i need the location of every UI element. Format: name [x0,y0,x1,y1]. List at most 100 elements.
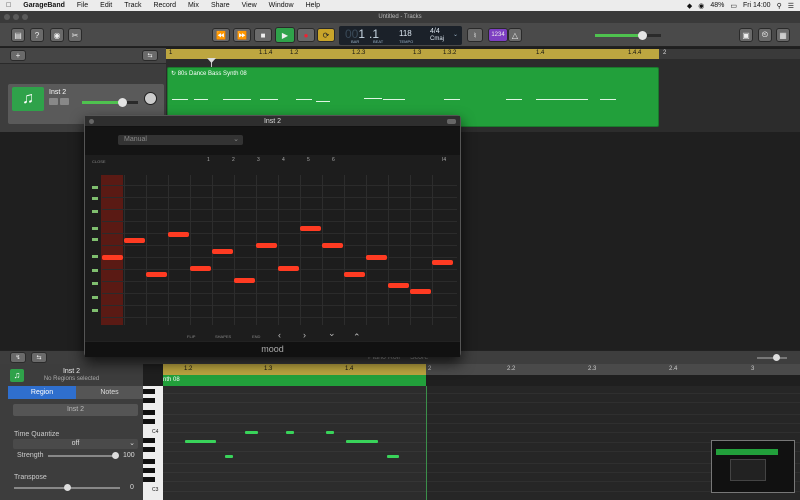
automation-icon[interactable]: ↯ [10,352,26,363]
track-volume-slider[interactable] [82,98,138,107]
fast-forward-button[interactable]: ⏩ [233,28,251,42]
menu-track[interactable]: Track [118,2,147,9]
media-browser-icon[interactable]: ▦ [776,28,790,42]
sequencer-note[interactable] [102,255,123,260]
stop-button[interactable]: ■ [254,28,272,42]
instrument-icon[interactable]: ♫ [12,87,44,111]
count-in-button[interactable]: 1234 [488,28,508,42]
menu-mix[interactable]: Mix [182,2,205,9]
wifi-icon[interactable]: ◉ [698,2,704,10]
scale-toggle[interactable] [92,282,98,285]
flip-button[interactable]: FLIP [187,334,195,339]
black-key[interactable] [143,447,155,452]
rewind-button[interactable]: ⏪ [212,28,230,42]
app-menu[interactable]: GarageBand [17,2,71,9]
editor-ruler[interactable]: 1.2 1.3 1.4 2 2.2 2.3 2.4 3 [163,364,800,375]
editor-region-bar[interactable]: nth 08 [163,375,426,386]
preset-select[interactable]: Manual ⌄ [118,135,243,145]
end-button[interactable]: END [252,334,260,339]
cycle-button[interactable]: ⟳ [317,28,335,42]
scale-toggle[interactable] [92,269,98,272]
shift-down-icon[interactable]: ⌄ [328,328,336,339]
sequencer-note[interactable] [234,278,255,283]
battery-percent[interactable]: 48% [710,2,724,9]
notepad-icon[interactable]: ▣ [739,28,753,42]
midi-note[interactable] [387,455,399,458]
smart-controls-icon[interactable]: ◉ [50,28,64,42]
previous-icon[interactable]: ‹ [278,330,281,340]
loop-length-label[interactable]: I4 [442,157,446,163]
black-key[interactable] [143,438,155,443]
plugin-window[interactable]: Inst 2 Manual ⌄ CLOSE 1 2 3 4 5 6 I4 FLI… [84,115,461,357]
scale-toggle[interactable] [92,296,98,299]
tab-region[interactable]: Region [8,386,76,399]
midi-note[interactable] [185,440,216,443]
sequencer-note[interactable] [256,243,277,248]
zoom-slider[interactable] [757,354,787,361]
sequencer-note[interactable] [168,232,189,237]
menu-edit[interactable]: Edit [94,2,118,9]
sequencer-note[interactable] [190,266,211,271]
scale-toggle[interactable] [92,255,98,258]
menu-view[interactable]: View [236,2,263,9]
midi-note[interactable] [346,440,378,443]
transpose-slider[interactable] [14,484,120,491]
black-key[interactable] [143,398,155,403]
strength-slider[interactable] [48,452,119,459]
zoom-window-icon[interactable] [22,14,28,20]
menu-record[interactable]: Record [147,2,182,9]
menu-share[interactable]: Share [205,2,236,9]
scale-toggle[interactable] [92,197,98,200]
menu-window[interactable]: Window [263,2,300,9]
sequencer-note[interactable] [146,272,167,277]
play-button[interactable]: ▶ [275,27,295,43]
notification-center-icon[interactable]: ☰ [788,2,794,10]
loop-browser-icon[interactable]: ⧀ [758,28,772,42]
headphones-icon[interactable] [60,98,69,105]
scale-toggle[interactable] [92,309,98,312]
black-key[interactable] [143,419,155,424]
apple-menu-icon[interactable]:  [0,2,17,9]
sequencer-note[interactable] [300,226,321,231]
next-icon[interactable]: › [303,330,306,340]
piano-keyboard[interactable]: C4 C3 [143,386,163,500]
scale-toggle[interactable] [92,210,98,213]
plugin-close-label[interactable]: CLOSE [92,159,106,164]
lcd-chevron-icon[interactable]: ⌄ [453,31,458,38]
search-icon[interactable]: ⚲ [777,2,782,10]
black-key[interactable] [143,468,155,473]
midi-note[interactable] [326,431,334,434]
scale-toggle[interactable] [92,227,98,230]
record-button[interactable]: ● [297,28,315,42]
help-icon[interactable]: ? [30,28,44,42]
battery-icon[interactable]: ▭ [730,2,737,10]
timeline-ruler[interactable]: 1 1.1.4 1.2 1.2.3 1.3 1.3.2 1.4 1.4.4 2 … [166,49,800,59]
black-key[interactable] [143,477,155,482]
catch-playhead-icon[interactable]: ⇆ [31,352,47,363]
sequencer-note[interactable] [344,272,365,277]
close-window-icon[interactable] [4,14,10,20]
minimap[interactable] [711,440,795,493]
dropbox-icon[interactable]: ◆ [687,2,692,10]
clock[interactable]: Fri 14:00 [743,2,771,9]
midi-note[interactable] [286,431,294,434]
scale-toggle[interactable] [92,186,98,189]
menu-file[interactable]: File [71,2,94,9]
pan-knob[interactable] [144,92,157,105]
step-sequencer-grid[interactable] [102,175,457,325]
sequencer-note[interactable] [124,238,145,243]
scale-toggle[interactable] [92,238,98,241]
sequencer-note[interactable] [432,260,453,265]
minimize-window-icon[interactable] [13,14,19,20]
smart-tempo-icon[interactable]: ⇆ [142,50,158,61]
sequencer-note[interactable] [278,266,299,271]
time-quantize-select[interactable]: off ⌄ [13,439,138,449]
midi-note[interactable] [225,455,233,458]
master-volume-slider[interactable] [595,31,661,40]
tab-notes[interactable]: Notes [76,386,143,399]
close-plugin-icon[interactable] [89,119,94,124]
editors-scissors-icon[interactable]: ✂ [68,28,82,42]
region-name-field[interactable]: Inst 2 [13,404,138,416]
plugin-options-icon[interactable] [447,119,456,124]
black-key[interactable] [143,459,155,464]
